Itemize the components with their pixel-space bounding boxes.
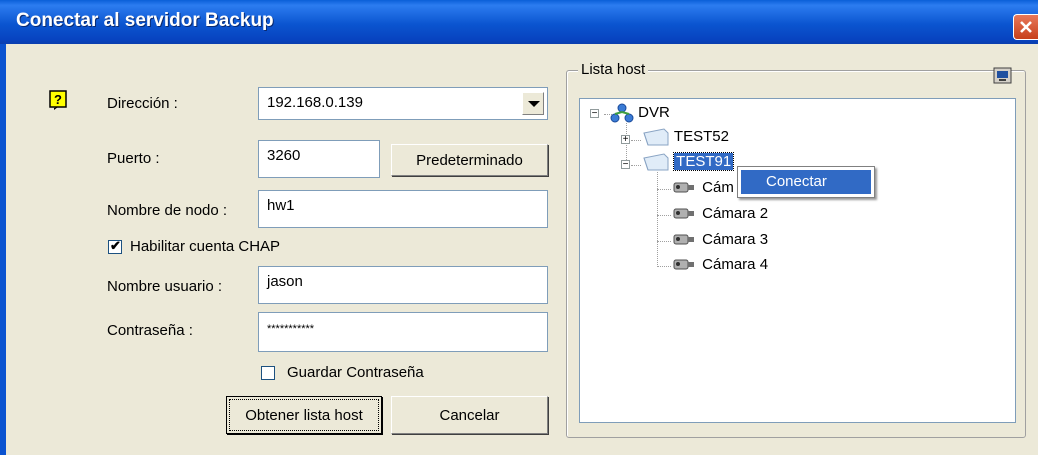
- chap-label[interactable]: Habilitar cuenta CHAP: [130, 238, 280, 255]
- checkmark-icon: ✔: [110, 238, 121, 253]
- puerto-input[interactable]: 3260: [258, 140, 380, 178]
- tree-label-dvr: DVR: [638, 103, 670, 121]
- nodo-value: hw1: [267, 197, 295, 214]
- contrasena-value: ***********: [267, 323, 315, 335]
- predeterminado-label: Predeterminado: [416, 151, 523, 169]
- tree-line: [657, 241, 671, 242]
- dvr-folder-icon: [643, 153, 669, 171]
- tree-item-camera-3[interactable]: Cámara 3: [672, 231, 768, 248]
- dvr-folder-icon: [643, 128, 669, 146]
- tree-line: [657, 266, 671, 267]
- tree-label-camera-3: Cámara 3: [702, 231, 769, 248]
- tree-item-dvr[interactable]: DVR: [610, 102, 670, 124]
- cancelar-button[interactable]: Cancelar: [391, 396, 548, 434]
- tree-line: [631, 140, 641, 141]
- collapse-icon[interactable]: −: [621, 160, 630, 170]
- camera-icon: [673, 234, 694, 245]
- tree-line: [631, 165, 641, 166]
- tree-label-test91: TEST91: [673, 151, 735, 171]
- tree-label-test52: TEST52: [673, 127, 729, 145]
- tree-line: [657, 189, 671, 190]
- obtener-lista-host-button[interactable]: Obtener lista host: [226, 396, 382, 434]
- direccion-combobox[interactable]: 192.168.0.139: [258, 87, 548, 120]
- host-list-icon[interactable]: [993, 67, 1013, 85]
- nodo-input[interactable]: hw1: [258, 190, 548, 228]
- guardar-label[interactable]: Guardar Contraseña: [287, 364, 424, 381]
- tree-item-camera-2[interactable]: Cámara 2: [672, 205, 768, 222]
- puerto-label: Puerto :: [107, 150, 160, 167]
- obtener-label: Obtener lista host: [245, 406, 363, 424]
- direccion-value: 192.168.0.139: [267, 94, 363, 111]
- camera-icon: [673, 259, 694, 270]
- camera-icon: [673, 208, 694, 219]
- tree-label-camera-4: Cámara 4: [702, 256, 769, 273]
- usuario-label: Nombre usuario :: [107, 278, 223, 295]
- usuario-input[interactable]: jason: [258, 266, 548, 304]
- guardar-checkbox[interactable]: [261, 366, 275, 380]
- title-bar: Conectar al servidor Backup: [0, 0, 1038, 44]
- network-icon: [610, 103, 634, 123]
- direccion-label: Dirección :: [107, 95, 178, 112]
- collapse-icon[interactable]: −: [590, 109, 599, 119]
- usuario-value: jason: [267, 273, 303, 290]
- context-menu: Conectar: [737, 166, 875, 198]
- predeterminado-button[interactable]: Predeterminado: [391, 144, 548, 176]
- tree-label-camera-1: Cám: [702, 179, 734, 196]
- contrasena-label: Contraseña :: [107, 322, 193, 339]
- context-menu-item-conectar[interactable]: Conectar: [741, 170, 871, 194]
- cancelar-label: Cancelar: [439, 406, 500, 424]
- svg-text:?: ?: [54, 92, 62, 107]
- tree-line: [657, 215, 671, 216]
- host-tree[interactable]: − DVR + TEST52 − TEST91 Cám Cámara 2 Cám…: [579, 98, 1016, 423]
- tree-line: [657, 172, 658, 267]
- expand-icon[interactable]: +: [621, 135, 630, 145]
- tree-label-camera-2: Cámara 2: [702, 205, 769, 222]
- chap-checkbox[interactable]: ✔: [108, 238, 122, 254]
- nodo-label: Nombre de nodo :: [107, 202, 228, 219]
- window-frame-left: [0, 44, 6, 455]
- contrasena-input[interactable]: ***********: [258, 312, 548, 352]
- host-list-group-label: Lista host: [578, 61, 649, 78]
- window-title: Conectar al servidor Backup: [16, 10, 274, 31]
- chevron-down-icon[interactable]: [522, 92, 544, 115]
- tree-item-test91[interactable]: TEST91: [642, 151, 735, 172]
- camera-icon: [673, 182, 694, 193]
- tree-item-camera-1[interactable]: Cám: [672, 179, 734, 196]
- help-icon[interactable]: ?: [49, 90, 67, 110]
- puerto-value: 3260: [267, 147, 301, 164]
- tree-item-camera-4[interactable]: Cámara 4: [672, 256, 768, 273]
- tree-item-test52[interactable]: TEST52: [642, 127, 729, 147]
- close-icon: [1020, 21, 1032, 33]
- close-button[interactable]: [1013, 14, 1038, 40]
- conectar-label: Conectar: [766, 173, 827, 190]
